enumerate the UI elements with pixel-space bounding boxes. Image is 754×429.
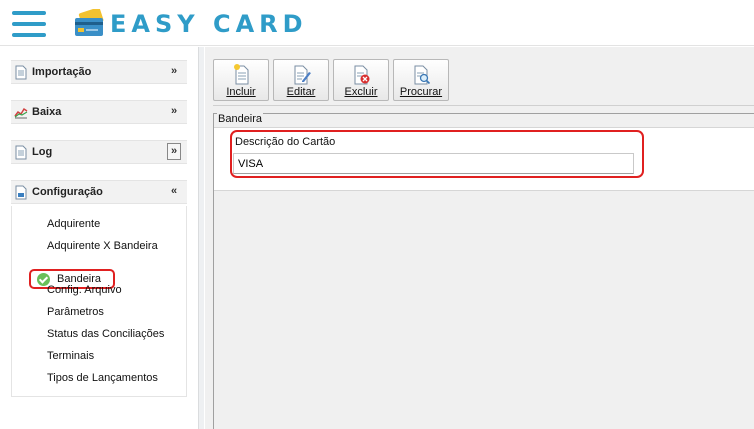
menu-item-adquirente[interactable]: Adquirente — [47, 218, 100, 230]
document-icon — [15, 145, 27, 160]
sidebar-panel-importacao[interactable]: Importação » — [11, 60, 187, 84]
configuracao-menu: Adquirente Adquirente X Bandeira Bandeir… — [11, 206, 187, 397]
sidebar-panel-label: Configuração — [32, 186, 103, 198]
sidebar-panel-label: Baixa — [32, 106, 62, 118]
app-title: EASY CARD — [110, 10, 308, 38]
group-title: Bandeira — [217, 113, 264, 125]
toolbar-button-label: Procurar — [399, 86, 443, 98]
toolbar-button-label: Incluir — [226, 86, 256, 98]
credit-card-logo-icon — [75, 9, 104, 36]
delete-document-icon — [354, 65, 370, 85]
toolbar-button-label: Excluir — [344, 86, 378, 98]
menu-item-config-arquivo[interactable]: Config. Arquivo — [47, 284, 122, 296]
incluir-button[interactable]: Incluir — [213, 59, 269, 101]
chart-icon — [14, 107, 28, 119]
sidebar-panel-baixa[interactable]: Baixa » — [11, 100, 187, 124]
form-panel: Descrição do Cartão — [214, 127, 754, 191]
search-document-icon — [414, 65, 431, 85]
edit-document-icon — [294, 65, 311, 85]
menu-item-adquirente-x-bandeira[interactable]: Adquirente X Bandeira — [47, 240, 158, 252]
menu-item-terminais[interactable]: Terminais — [47, 350, 94, 362]
toolbar-divider — [213, 105, 754, 106]
excluir-button[interactable]: Excluir — [333, 59, 389, 101]
menu-item-parametros[interactable]: Parâmetros — [47, 306, 104, 318]
procurar-button[interactable]: Procurar — [393, 59, 449, 101]
editar-button[interactable]: Editar — [273, 59, 329, 101]
menu-item-tipos-lancamentos[interactable]: Tipos de Lançamentos — [47, 372, 158, 384]
menu-item-status-conciliacoes[interactable]: Status das Conciliações — [47, 328, 164, 340]
hamburger-menu-icon[interactable] — [12, 11, 46, 37]
chevron-double-down-icon[interactable]: » — [167, 104, 181, 120]
main-content: Incluir Editar Excluir Procurar Bandeira — [205, 47, 754, 429]
descricao-cartao-label: Descrição do Cartão — [235, 136, 336, 148]
descricao-cartao-input[interactable] — [233, 153, 634, 174]
document-icon — [15, 65, 27, 80]
sidebar-panel-configuracao[interactable]: Configuração « — [11, 180, 187, 204]
sidebar-panel-label: Log — [32, 146, 53, 158]
chevron-double-down-icon[interactable]: » — [167, 143, 181, 160]
bandeira-group: Bandeira Descrição do Cartão — [213, 113, 754, 429]
sidebar-panel-label: Importação — [32, 66, 92, 78]
new-document-icon — [234, 64, 249, 85]
chevron-double-down-icon[interactable]: » — [167, 64, 181, 80]
toolbar-button-label: Editar — [286, 86, 316, 98]
sidebar-panel-log[interactable]: Log » — [11, 140, 187, 164]
app-header: EASY CARD — [0, 0, 754, 46]
config-icon — [15, 185, 27, 200]
chevron-double-up-icon[interactable]: « — [167, 184, 181, 200]
sidebar-splitter[interactable] — [198, 47, 204, 429]
